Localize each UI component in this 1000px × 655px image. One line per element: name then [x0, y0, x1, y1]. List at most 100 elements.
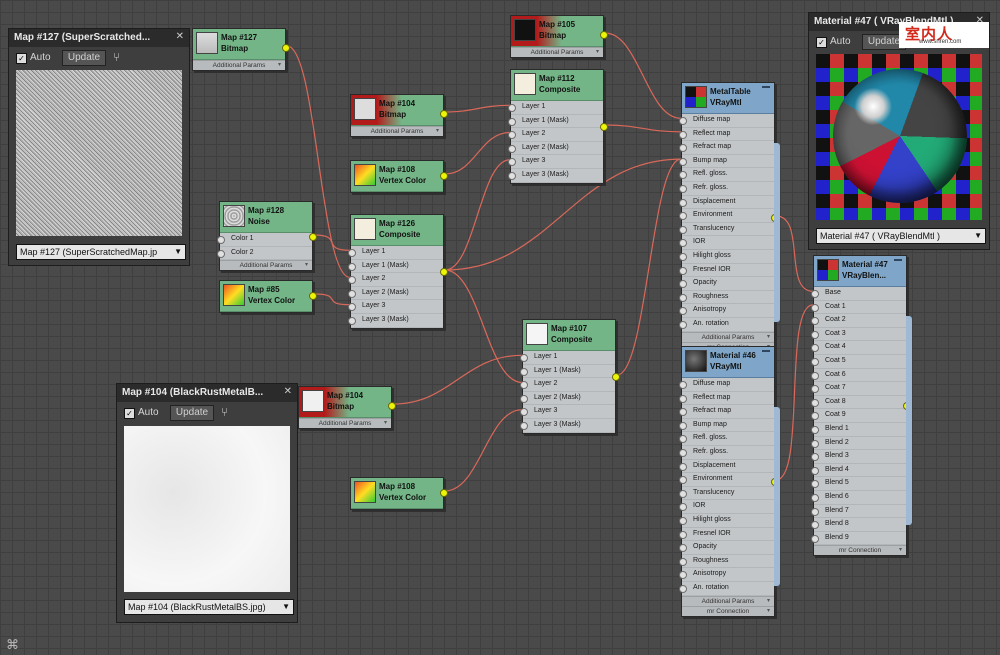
input-slot[interactable]: Base [811, 287, 906, 301]
input-slot[interactable]: Blend 1 [811, 423, 906, 437]
node-header[interactable]: Map #107 Composite [523, 320, 615, 351]
input-slot[interactable]: Coat 5 [811, 355, 906, 369]
input-slot[interactable]: Refract map [679, 405, 774, 419]
node-header[interactable]: Material #47 VRayBlen... [814, 256, 906, 287]
node-metal[interactable]: MetalTable VRayMtl Diffuse map Reflect map R… [679, 82, 780, 353]
auto-checkbox[interactable]: ✓ [16, 53, 27, 64]
input-slot[interactable]: Coat 1 [811, 301, 906, 315]
input-slot[interactable]: Displacement [679, 460, 774, 474]
auto-checkbox[interactable]: ✓ [124, 408, 135, 419]
rollout-bar[interactable]: Additional Params [299, 418, 391, 428]
input-slot[interactable]: Reflect map [679, 392, 774, 406]
input-slot[interactable]: Bump map [679, 419, 774, 433]
input-slot[interactable]: Coat 4 [811, 341, 906, 355]
input-slot[interactable]: Layer 2 [348, 273, 443, 287]
rollout-bar[interactable]: mr Connection [682, 605, 774, 616]
auto-checkbox[interactable]: ✓ [816, 37, 827, 48]
input-slot[interactable]: Layer 2 [520, 378, 615, 392]
input-slot[interactable]: Bump map [679, 155, 774, 169]
input-slot[interactable]: Layer 3 [348, 300, 443, 314]
input-slot[interactable]: Environment [679, 473, 774, 487]
node-header[interactable]: MetalTable VRayMtl [682, 83, 774, 114]
input-slot[interactable]: Blend 5 [811, 477, 906, 491]
node-map108b[interactable]: Map #108 Vertex Color [350, 477, 448, 510]
input-slot[interactable]: Layer 2 (Mask) [520, 392, 615, 406]
input-slot[interactable]: Anisotropy [679, 304, 774, 318]
input-slot[interactable]: Coat 6 [811, 369, 906, 383]
node-map107[interactable]: Map #107 Composite Layer 1 Layer 1 (Mask) La… [520, 319, 620, 434]
input-slot[interactable]: Layer 1 (Mask) [348, 260, 443, 274]
input-slot[interactable]: Layer 2 [508, 128, 603, 142]
update-button[interactable]: Update [170, 405, 214, 421]
rollout-bar[interactable]: Additional Params [351, 126, 443, 136]
input-slot[interactable]: Opacity [679, 277, 774, 291]
node-map104b[interactable]: Map #104 Bitmap Additional Params [298, 386, 396, 429]
output-port[interactable] [309, 292, 317, 300]
input-slot[interactable]: Blend 6 [811, 491, 906, 505]
input-slot[interactable]: Layer 1 [508, 101, 603, 115]
output-port[interactable] [600, 123, 608, 131]
input-slot[interactable]: Hilight gloss [679, 514, 774, 528]
node-header[interactable]: Map #108 Vertex Color [351, 478, 443, 509]
input-slot[interactable]: Coat 7 [811, 382, 906, 396]
map104-preview-window[interactable]: Map #104 (BlackRustMetalB... ✕ ✓ Auto Up… [116, 383, 298, 623]
input-slot[interactable]: Fresnel IOR [679, 528, 774, 542]
map-dropdown[interactable]: Map #104 (BlackRustMetalBS.jpg) ▼ [124, 599, 294, 615]
input-slot[interactable]: Opacity [679, 541, 774, 555]
node-map112[interactable]: Map #112 Composite Layer 1 Layer 1 (Mask) La… [508, 69, 608, 184]
output-port[interactable] [440, 172, 448, 180]
input-slot[interactable]: Coat 8 [811, 396, 906, 410]
input-slot[interactable]: IOR [679, 500, 774, 514]
input-slot[interactable]: Coat 3 [811, 328, 906, 342]
input-slot[interactable]: Layer 3 (Mask) [348, 314, 443, 328]
input-slot[interactable]: IOR [679, 236, 774, 250]
input-slot[interactable]: Refract map [679, 141, 774, 155]
output-port[interactable] [771, 478, 779, 486]
input-slot[interactable]: Translucency [679, 223, 774, 237]
rollout-bar[interactable]: mr Connection [814, 545, 906, 556]
input-slot[interactable]: Layer 2 (Mask) [348, 287, 443, 301]
input-slot[interactable]: Fresnel IOR [679, 264, 774, 278]
binoculars-icon[interactable]: ⌘ [6, 637, 19, 653]
node-header[interactable]: Material #46 VRayMtl [682, 347, 774, 378]
tuning-fork-icon[interactable]: ⑂ [221, 405, 228, 419]
rollout-bar[interactable]: Additional Params [511, 47, 603, 57]
output-port[interactable] [309, 233, 317, 241]
input-slot[interactable]: Layer 3 (Mask) [520, 419, 615, 433]
input-slot[interactable]: Layer 1 (Mask) [520, 365, 615, 379]
material-dropdown[interactable]: Material #47 ( VRayBlendMtl ) ▼ [816, 228, 986, 244]
input-slot[interactable]: Roughness [679, 555, 774, 569]
input-slot[interactable]: Blend 4 [811, 464, 906, 478]
input-slot[interactable]: Displacement [679, 196, 774, 210]
map-dropdown[interactable]: Map #127 (SuperScratchedMap.jp ▼ [16, 244, 186, 260]
material-preview-window[interactable]: Material #47 ( VRayBlendMtl ) ✕ ✓ Auto U… [808, 12, 990, 250]
input-slot[interactable]: Color 2 [217, 247, 312, 261]
node-map108a[interactable]: Map #108 Vertex Color [350, 160, 448, 193]
input-slot[interactable]: Diffuse map [679, 378, 774, 392]
input-slot[interactable]: Anisotropy [679, 568, 774, 582]
input-slot[interactable]: Coat 2 [811, 314, 906, 328]
tuning-fork-icon[interactable]: ⑂ [113, 50, 120, 64]
output-port[interactable] [600, 31, 608, 39]
output-port[interactable] [771, 214, 779, 222]
input-slot[interactable]: Environment [679, 209, 774, 223]
input-slot[interactable]: Hilight gloss [679, 250, 774, 264]
node-mat46[interactable]: Material #46 VRayMtl Diffuse map Reflect ma… [679, 346, 780, 617]
input-slot[interactable]: Roughness [679, 291, 774, 305]
node-header[interactable]: Map #105 Bitmap [511, 16, 603, 47]
input-slot[interactable]: Blend 7 [811, 505, 906, 519]
rollout-bar[interactable]: Additional Params [682, 595, 774, 606]
rollout-bar[interactable]: Additional Params [193, 60, 285, 70]
window-titlebar[interactable]: Map #127 (SuperScratched... ✕ [9, 29, 189, 47]
node-header[interactable]: Map #112 Composite [511, 70, 603, 101]
node-header[interactable]: Map #104 Bitmap [351, 95, 443, 126]
input-slot[interactable]: Blend 8 [811, 518, 906, 532]
node-header[interactable]: Map #104 Bitmap [299, 387, 391, 418]
node-mat47[interactable]: Material #47 VRayBlen... Base Coat 1 Coat 2C… [811, 255, 912, 557]
input-slot[interactable]: An. rotation [679, 318, 774, 332]
node-map105[interactable]: Map #105 Bitmap Additional Params [510, 15, 608, 58]
input-slot[interactable]: Layer 1 [348, 246, 443, 260]
node-map104a[interactable]: Map #104 Bitmap Additional Params [350, 94, 448, 137]
input-slot[interactable]: Blend 2 [811, 437, 906, 451]
input-slot[interactable]: Layer 3 [508, 155, 603, 169]
